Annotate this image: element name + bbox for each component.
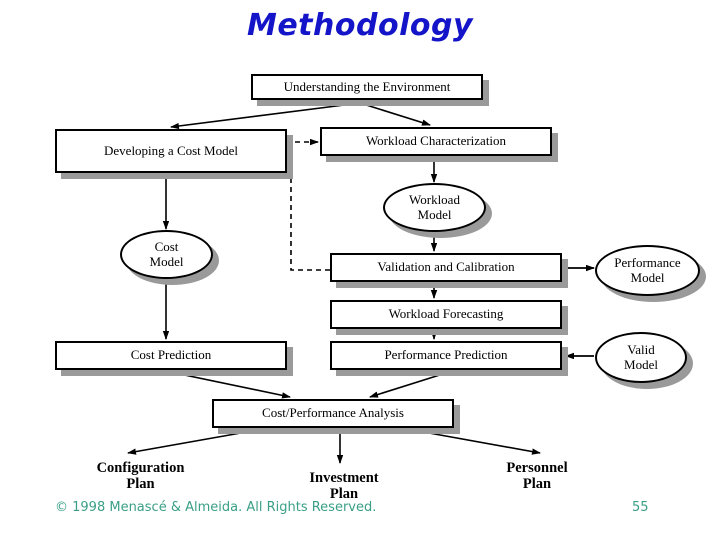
node-investment_plan: Investment Plan [282, 466, 406, 506]
node-cost_model: Cost Model [120, 230, 213, 279]
node-workload_char: Workload Characterization [320, 127, 552, 156]
page-number: 55 [632, 500, 649, 515]
node-perf_prediction: Performance Prediction [330, 341, 562, 370]
node-label: Cost Model [149, 239, 184, 269]
node-label: Configuration Plan [96, 459, 185, 492]
edge-cost-prediction-to-analysis [174, 372, 291, 399]
node-label: Workload Forecasting [388, 306, 504, 322]
node-cost_perf_analysis: Cost/Performance Analysis [212, 399, 454, 428]
node-validation: Validation and Calibration [330, 253, 562, 282]
edge-validation-feedback-dashed [290, 138, 330, 271]
node-understanding: Understanding the Environment [251, 74, 483, 100]
edge-analysis-to-personnel-plan [417, 430, 541, 455]
node-workload_forecast: Workload Forecasting [330, 300, 562, 329]
node-cost_prediction: Cost Prediction [55, 341, 287, 370]
edge-analysis-to-configuration-plan [127, 430, 253, 455]
edge-understanding-to-developing [170, 102, 361, 130]
node-label: Understanding the Environment [283, 78, 451, 94]
node-personnel_plan: Personnel Plan [478, 456, 596, 496]
node-label: Performance Prediction [384, 347, 508, 363]
node-label: Cost/Performance Analysis [262, 405, 404, 421]
node-label: Valid Model [624, 342, 658, 372]
slide-canvas: Methodology Understanding the Environmen… [0, 0, 720, 540]
node-label: Workload Characterization [365, 133, 507, 149]
node-label: Workload Model [409, 192, 460, 222]
node-label: Performance Model [614, 255, 681, 285]
node-valid_model: Valid Model [595, 332, 687, 383]
node-label: Personnel Plan [506, 459, 568, 492]
edge-perf-prediction-to-analysis [369, 372, 447, 398]
node-label: Cost Prediction [130, 347, 212, 363]
node-label: Developing a Cost Model [104, 142, 238, 158]
node-workload_model: Workload Model [383, 183, 486, 232]
node-performance_model: Performance Model [595, 245, 700, 296]
node-developing_cost: Developing a Cost Model [55, 129, 287, 173]
node-label: Investment Plan [309, 469, 379, 502]
edge-understanding-to-workload-char [359, 102, 431, 126]
node-label: Validation and Calibration [377, 259, 515, 275]
node-configuration_plan: Configuration Plan [73, 456, 208, 496]
